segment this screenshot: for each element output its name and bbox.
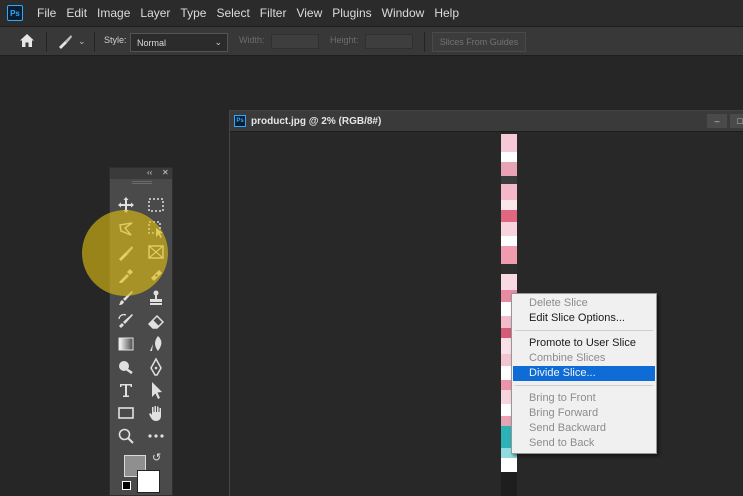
history-brush-tool-icon[interactable]	[116, 311, 136, 331]
menu-separator	[515, 330, 653, 331]
frame-tool-icon[interactable]	[146, 242, 166, 262]
maximize-button[interactable]: □	[730, 114, 743, 128]
hand-tool-icon[interactable]	[146, 403, 166, 423]
options-divider	[424, 32, 425, 52]
marquee-tool-icon[interactable]	[146, 195, 166, 215]
home-icon[interactable]	[18, 32, 36, 50]
lasso-tool-icon[interactable]	[116, 219, 136, 239]
zoom-tool-icon[interactable]	[116, 426, 136, 446]
style-select[interactable]: Normal ⌄	[130, 33, 228, 52]
menu-window[interactable]: Window	[377, 0, 430, 26]
spot-healing-tool-icon[interactable]	[146, 265, 166, 285]
close-icon[interactable]: ✕	[162, 168, 169, 177]
photoshop-logo-icon[interactable]: Ps	[7, 5, 23, 21]
height-field[interactable]	[365, 34, 413, 49]
move-tool-icon[interactable]	[116, 195, 136, 215]
document-ps-icon: Ps	[234, 115, 246, 127]
eyedropper-tool-icon[interactable]	[116, 265, 136, 285]
default-colors-icon[interactable]	[122, 481, 131, 490]
menu-item-edit-slice-options[interactable]: Edit Slice Options...	[513, 311, 655, 326]
menu-separator	[515, 385, 653, 386]
pen-tool-icon[interactable]	[146, 357, 166, 377]
options-bar: ⌄ Style: Normal ⌄ Width: Height: Slices …	[0, 26, 743, 56]
minimize-button[interactable]: –	[707, 114, 727, 128]
menu-help[interactable]: Help	[429, 0, 464, 26]
slice-context-menu: Delete Slice Edit Slice Options... Promo…	[511, 293, 657, 454]
style-select-value: Normal	[137, 38, 167, 48]
eraser-tool-icon[interactable]	[146, 311, 166, 331]
collapse-icon[interactable]: ‹‹	[147, 168, 152, 177]
background-color-swatch[interactable]	[137, 470, 160, 493]
menu-plugins[interactable]: Plugins	[327, 0, 376, 26]
document-window: Ps product.jpg @ 2% (RGB/8#) – □	[229, 110, 743, 496]
document-tab[interactable]: Ps product.jpg @ 2% (RGB/8#) – □	[230, 111, 743, 132]
slice-select-tool-icon[interactable]	[56, 32, 74, 50]
gradient-tool-icon[interactable]	[116, 334, 136, 354]
menu-edit[interactable]: Edit	[61, 0, 92, 26]
menu-item-combine-slices[interactable]: Combine Slices	[513, 351, 655, 366]
width-label: Width:	[239, 35, 265, 45]
chevron-down-icon: ⌄	[214, 37, 222, 47]
slice-select-tool-icon[interactable]	[116, 242, 136, 262]
height-label: Height:	[330, 35, 359, 45]
tools-panel-header[interactable]: ‹‹ ✕	[110, 168, 172, 179]
menu-item-send-backward[interactable]: Send Backward	[513, 421, 655, 436]
path-selection-tool-icon[interactable]	[146, 380, 166, 400]
dodge-tool-icon[interactable]	[116, 357, 136, 377]
menu-filter[interactable]: Filter	[255, 0, 292, 26]
width-field[interactable]	[271, 34, 319, 49]
menu-layer[interactable]: Layer	[135, 0, 175, 26]
type-tool-icon[interactable]	[116, 380, 136, 400]
tool-preset-chevron-icon[interactable]: ⌄	[78, 36, 86, 47]
menu-type[interactable]: Type	[175, 0, 211, 26]
options-divider	[46, 32, 47, 52]
menu-item-divide-slice[interactable]: Divide Slice...	[513, 366, 655, 381]
panel-grip[interactable]	[132, 181, 152, 184]
menu-select[interactable]: Select	[211, 0, 254, 26]
menu-view[interactable]: View	[291, 0, 327, 26]
menu-item-bring-forward[interactable]: Bring Forward	[513, 406, 655, 421]
menu-file[interactable]: File	[32, 0, 61, 26]
brush-tool-icon[interactable]	[116, 288, 136, 308]
style-label: Style:	[104, 35, 127, 45]
menu-bar: Ps File Edit Image Layer Type Select Fil…	[0, 0, 743, 26]
swap-colors-icon[interactable]: ↺	[152, 451, 161, 464]
menu-item-send-to-back[interactable]: Send to Back	[513, 436, 655, 451]
photoshop-window: Ps File Edit Image Layer Type Select Fil…	[0, 0, 743, 496]
document-title: product.jpg @ 2% (RGB/8#)	[251, 116, 382, 127]
options-divider	[94, 32, 95, 52]
menu-item-promote-to-user-slice[interactable]: Promote to User Slice	[513, 336, 655, 351]
menu-item-bring-to-front[interactable]: Bring to Front	[513, 391, 655, 406]
clone-stamp-tool-icon[interactable]	[146, 288, 166, 308]
tools-panel: ‹‹ ✕ ↺	[109, 167, 173, 496]
more-tools-icon[interactable]	[146, 426, 166, 446]
menu-image[interactable]: Image	[92, 0, 135, 26]
rectangle-tool-icon[interactable]	[116, 403, 136, 423]
slices-from-guides-button[interactable]: Slices From Guides	[432, 32, 526, 52]
menu-item-delete-slice[interactable]: Delete Slice	[513, 296, 655, 311]
blur-tool-icon[interactable]	[146, 334, 166, 354]
object-selection-tool-icon[interactable]	[146, 219, 166, 239]
